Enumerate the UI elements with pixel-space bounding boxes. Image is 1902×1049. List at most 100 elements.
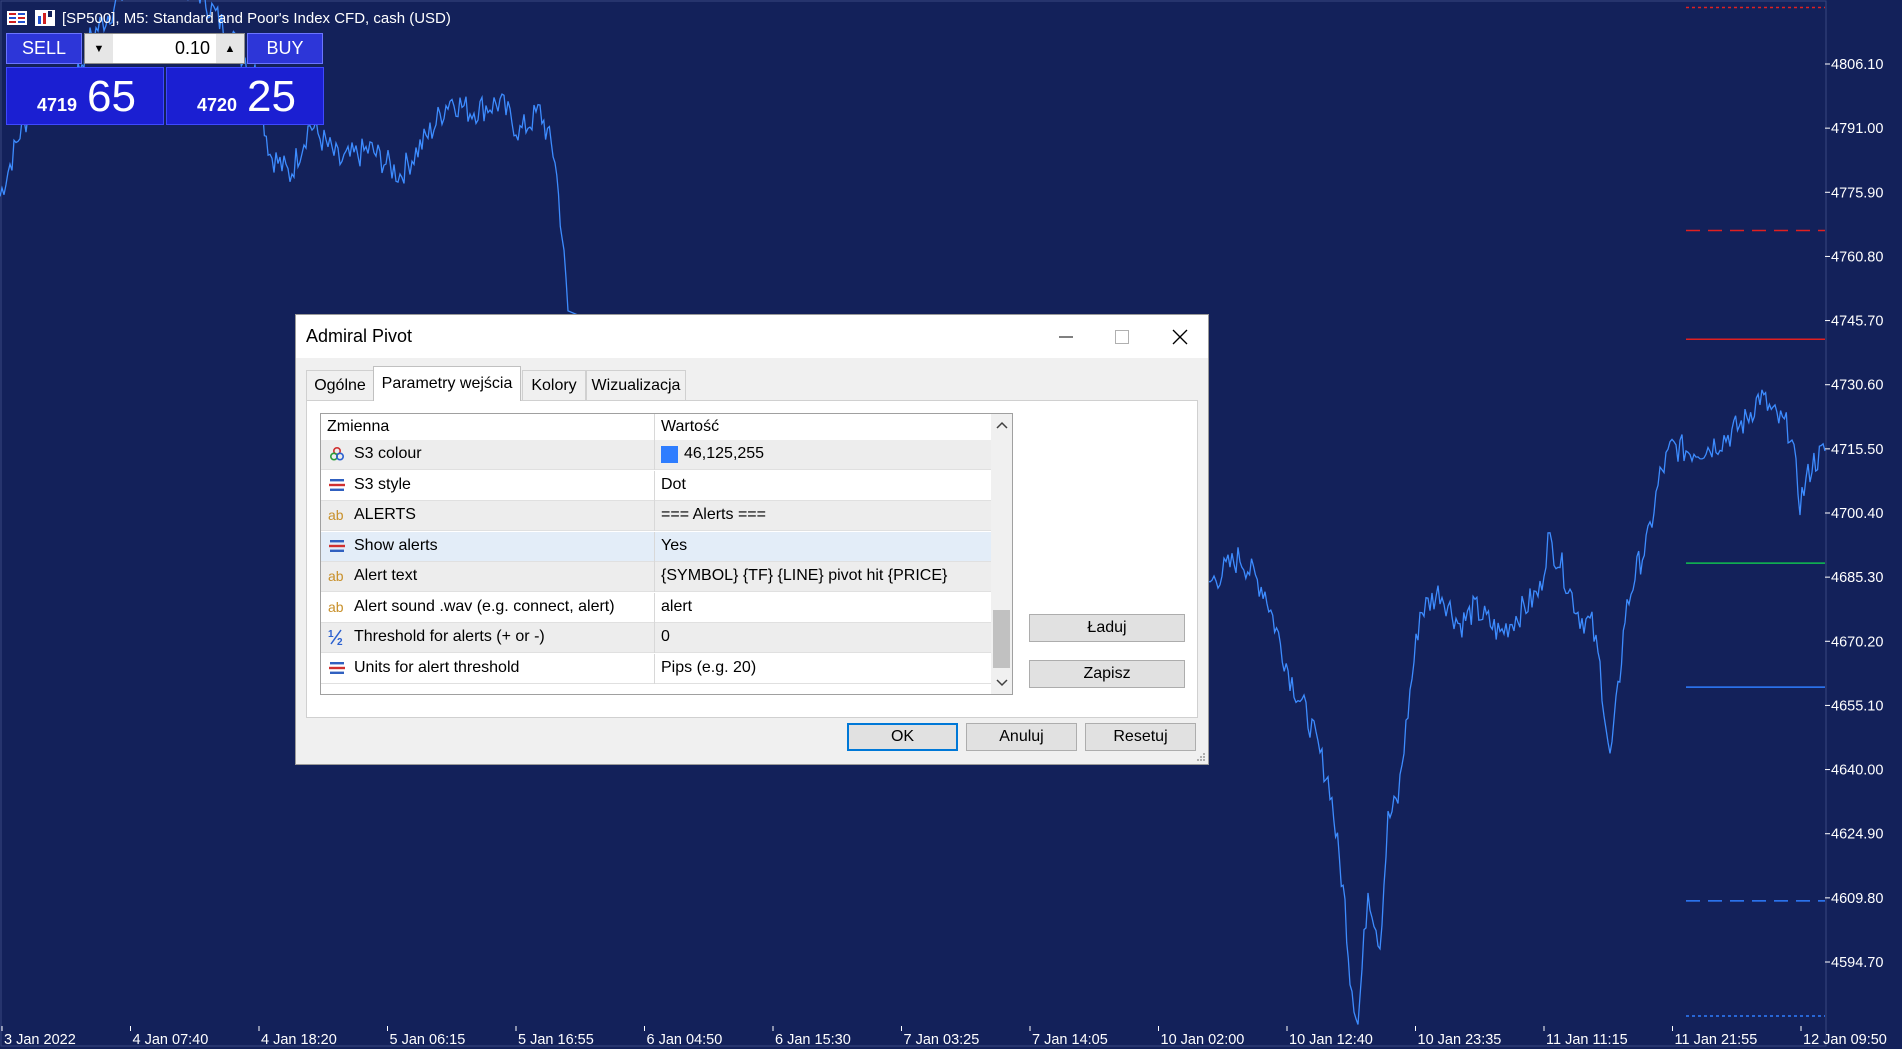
chart-window-icon[interactable] (34, 9, 56, 27)
minimize-icon (1059, 336, 1073, 337)
y-axis-label: 4806.10 (1831, 57, 1883, 73)
row-threshold[interactable]: 1 2 Threshold for alerts (+ or -) 0 (321, 623, 991, 653)
color-icon (327, 445, 347, 463)
row-alert-sound[interactable]: ab Alert sound .wav (e.g. connect, alert)… (321, 592, 991, 623)
y-axis-label: 4730.60 (1831, 378, 1883, 394)
y-axis-label: 4775.90 (1831, 185, 1883, 201)
buy-price-button[interactable]: 4720 25 (166, 67, 324, 125)
row-variable-name: ALERTS (354, 506, 416, 523)
x-axis-label: 6 Jan 04:50 (647, 1032, 723, 1048)
row-variable-name: S3 colour (354, 445, 422, 462)
row-value-text[interactable]: {SYMBOL} {TF} {LINE} pivot hit {PRICE} (661, 567, 947, 585)
x-axis-label: 5 Jan 16:55 (518, 1032, 594, 1048)
row-value-cell[interactable]: Pips (e.g. 20) (661, 659, 756, 677)
dialog-title: Admiral Pivot (306, 326, 413, 346)
x-axis-label: 10 Jan 02:00 (1161, 1032, 1245, 1048)
x-axis-label: 10 Jan 23:35 (1418, 1032, 1502, 1048)
x-axis-label: 5 Jan 06:15 (390, 1032, 466, 1048)
dialog-title-bar[interactable]: Admiral Pivot (296, 315, 1208, 358)
string-icon: ab (327, 598, 347, 616)
list-icon (327, 659, 347, 677)
x-axis-label: 7 Jan 03:25 (904, 1032, 980, 1048)
row-value-text[interactable]: Dot (661, 476, 686, 494)
number-icon: 12 (327, 628, 347, 646)
row-variable-name: Alert text (354, 567, 418, 584)
grid-header: Zmienna Wartość (321, 414, 991, 441)
volume-down-icon[interactable]: ▼ (85, 34, 113, 63)
row-value-cell[interactable]: Yes (661, 537, 687, 555)
x-axis-label: 11 Jan 21:55 (1675, 1032, 1758, 1048)
row-value-cell[interactable]: 46,125,255 (661, 445, 764, 463)
close-button[interactable] (1152, 315, 1208, 358)
sell-price-minor: 65 (87, 72, 136, 121)
row-value-cell[interactable]: alert (661, 598, 692, 616)
row-alert-text[interactable]: ab Alert text {SYMBOL} {TF} {LINE} pivot h… (321, 562, 991, 592)
svg-text:ab: ab (328, 568, 344, 584)
x-axis-label: 7 Jan 14:05 (1032, 1032, 1108, 1048)
scroll-up-icon[interactable] (991, 414, 1012, 436)
chart-title-text: [SP500], M5: Standard and Poor's Index C… (62, 9, 451, 27)
indicator-properties-dialog: Admiral Pivot Ogólne Parametry wejścia K… (295, 314, 1209, 765)
row-units[interactable]: Units for alert threshold Pips (e.g. 20) (321, 653, 991, 684)
sell-price-button[interactable]: 4719 65 (6, 67, 164, 125)
row-variable-name: Show alerts (354, 536, 438, 554)
row-value-cell[interactable]: {SYMBOL} {TF} {LINE} pivot hit {PRICE} (661, 567, 947, 585)
string-icon: ab (327, 567, 347, 585)
chart-list-icon[interactable] (6, 9, 28, 27)
row-value-text[interactable]: alert (661, 598, 692, 616)
row-alerts[interactable]: ab ALERTS === Alerts === (321, 501, 991, 531)
column-header-value[interactable]: Wartość (661, 418, 719, 436)
scroll-down-icon[interactable] (991, 672, 1012, 694)
x-axis-label: 10 Jan 12:40 (1289, 1032, 1373, 1048)
scroll-thumb[interactable] (993, 610, 1010, 668)
y-axis-label: 4760.80 (1831, 249, 1883, 265)
buy-price-minor: 25 (247, 72, 296, 121)
ok-button[interactable]: OK (847, 723, 958, 751)
grid-scrollbar[interactable] (991, 414, 1012, 694)
resize-grip-icon[interactable] (1196, 752, 1206, 762)
svg-text:ab: ab (328, 507, 344, 523)
row-s3-style[interactable]: S3 style Dot (321, 470, 991, 501)
volume-input[interactable]: 0.10 (113, 38, 216, 59)
y-axis-label: 4715.50 (1831, 442, 1883, 458)
row-value-text[interactable]: 46,125,255 (684, 445, 764, 463)
row-value-text[interactable]: Yes (661, 537, 687, 555)
parameters-grid[interactable]: Zmienna Wartość S3 colour 46,125,255 S3 st… (320, 413, 1013, 695)
string-icon: ab (327, 506, 347, 524)
row-value-cell[interactable]: === Alerts === (661, 506, 766, 524)
svg-text:2: 2 (337, 637, 343, 646)
volume-up-icon[interactable]: ▲ (216, 34, 244, 63)
volume-stepper[interactable]: ▼ 0.10 ▲ (84, 33, 245, 64)
list-icon (327, 476, 347, 494)
row-value-cell[interactable]: 0 (661, 628, 670, 646)
row-variable-name: S3 style (354, 475, 411, 493)
reset-button[interactable]: Resetuj (1085, 723, 1196, 751)
row-value-text[interactable]: === Alerts === (661, 506, 766, 524)
row-value-text[interactable]: Pips (e.g. 20) (661, 659, 756, 677)
y-axis-label: 4685.30 (1831, 570, 1883, 586)
sell-button[interactable]: SELL (6, 33, 82, 64)
svg-text:ab: ab (328, 599, 344, 615)
y-axis-label: 4594.70 (1831, 955, 1883, 971)
maximize-icon (1115, 329, 1129, 344)
tab-general[interactable]: Ogólne (306, 370, 374, 400)
tab-visualization[interactable]: Wizualizacja (586, 370, 686, 400)
y-axis-label: 4624.90 (1831, 827, 1883, 843)
y-axis-label: 4670.20 (1831, 634, 1883, 650)
tab-input-parameters[interactable]: Parametry wejścia (373, 366, 521, 401)
load-button[interactable]: Ładuj (1029, 614, 1185, 642)
row-show-alerts[interactable]: Show alerts Yes (321, 531, 991, 562)
row-value-cell[interactable]: Dot (661, 476, 686, 494)
row-value-text[interactable]: 0 (661, 628, 670, 646)
buy-button[interactable]: BUY (247, 33, 323, 64)
column-header-variable[interactable]: Zmienna (327, 418, 389, 436)
minimize-button[interactable] (1038, 315, 1094, 358)
tab-colors[interactable]: Kolory (522, 370, 586, 400)
y-axis-label: 4791.00 (1831, 121, 1883, 137)
row-s3-colour[interactable]: S3 colour 46,125,255 (321, 440, 991, 470)
x-axis-label: 6 Jan 15:30 (775, 1032, 851, 1048)
cancel-button[interactable]: Anuluj (966, 723, 1077, 751)
x-axis-label: 11 Jan 11:15 (1546, 1032, 1628, 1048)
colour-swatch[interactable] (661, 445, 678, 463)
save-button[interactable]: Zapisz (1029, 660, 1185, 688)
